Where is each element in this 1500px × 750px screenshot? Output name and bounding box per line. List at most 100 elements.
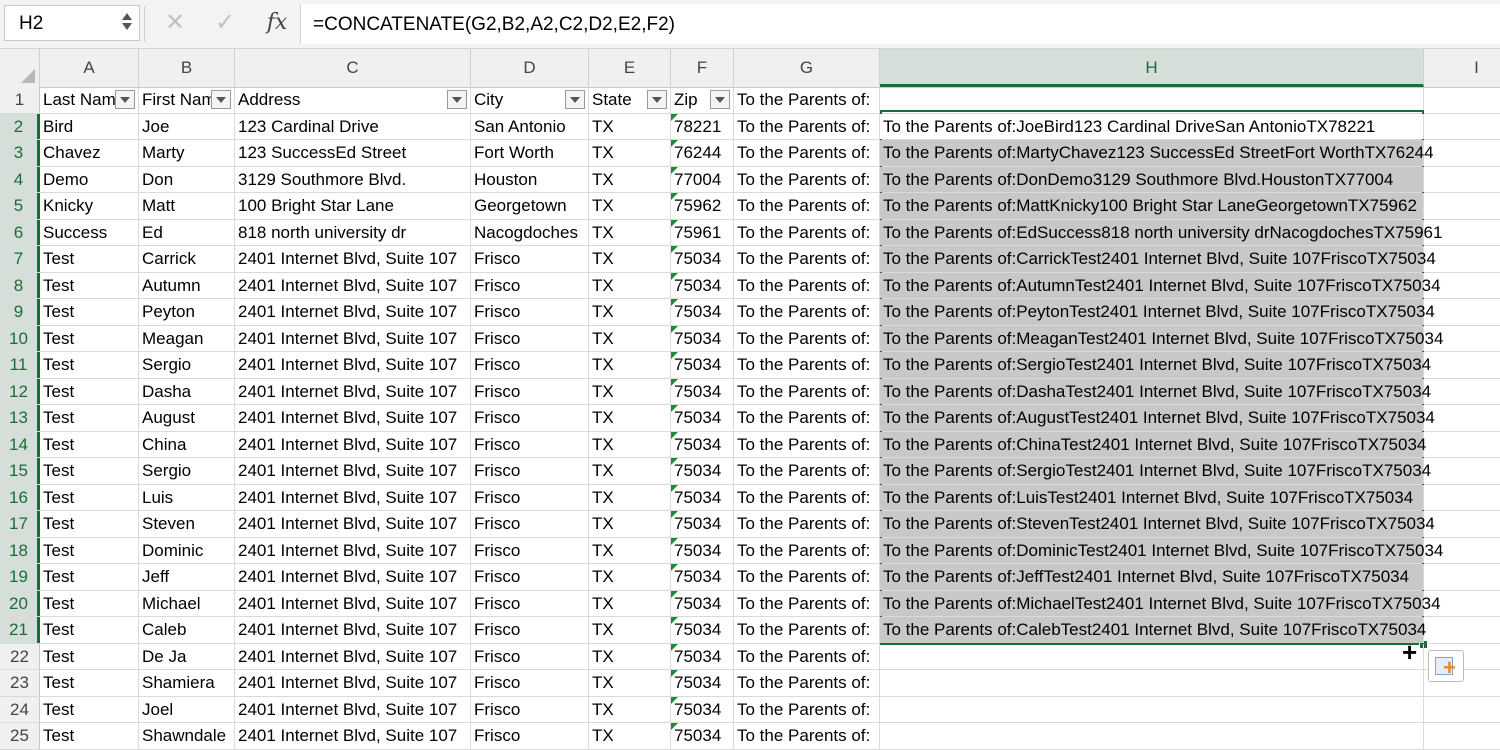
cell-a8[interactable]: Test: [40, 272, 139, 298]
cell-d4[interactable]: Houston: [471, 166, 589, 192]
column-header-h[interactable]: H: [880, 49, 1424, 87]
cell-c13[interactable]: 2401 Internet Blvd, Suite 107: [235, 405, 471, 431]
cell-b4[interactable]: Don: [139, 166, 235, 192]
cell-c4[interactable]: 3129 Southmore Blvd.: [235, 166, 471, 192]
cell-d5[interactable]: Georgetown: [471, 193, 589, 219]
insert-function-icon[interactable]: fx: [260, 6, 294, 40]
cell-g11[interactable]: To the Parents of:: [734, 352, 880, 378]
cell-h14[interactable]: To the Parents of:ChinaTest2401 Internet…: [880, 431, 1426, 457]
cell-e4[interactable]: TX: [589, 166, 671, 192]
cell-c3[interactable]: 123 SuccessEd Street: [235, 140, 471, 166]
cell-g1[interactable]: To the Parents of:: [734, 87, 880, 113]
cell-f23[interactable]: 75034: [671, 670, 734, 696]
cell-f1[interactable]: Zip: [671, 87, 734, 113]
cell-g7[interactable]: To the Parents of:: [734, 246, 880, 272]
formula-input[interactable]: =CONCATENATE(G2,B2,A2,C2,D2,E2,F2): [300, 4, 1500, 44]
cell-g5[interactable]: To the Parents of:: [734, 193, 880, 219]
row-header[interactable]: 22: [0, 643, 40, 669]
cell-a15[interactable]: Test: [40, 458, 139, 484]
cell-h21[interactable]: To the Parents of:CalebTest2401 Internet…: [880, 617, 1426, 643]
cell-g9[interactable]: To the Parents of:: [734, 299, 880, 325]
cell-g15[interactable]: To the Parents of:: [734, 458, 880, 484]
cell-h25[interactable]: [880, 723, 1424, 749]
cell-i16[interactable]: [1424, 485, 1500, 511]
cell-h10[interactable]: To the Parents of:MeaganTest2401 Interne…: [880, 325, 1443, 351]
cell-d20[interactable]: Frisco: [471, 590, 589, 616]
cell-f7[interactable]: 75034: [671, 246, 734, 272]
cell-d12[interactable]: Frisco: [471, 378, 589, 404]
cell-e19[interactable]: TX: [589, 564, 671, 590]
cell-b21[interactable]: Caleb: [139, 617, 235, 643]
column-header-f[interactable]: F: [671, 49, 734, 87]
filter-dropdown-icon[interactable]: [565, 90, 585, 109]
filter-dropdown-icon[interactable]: [710, 90, 730, 109]
cell-a14[interactable]: Test: [40, 431, 139, 457]
filter-dropdown-icon[interactable]: [211, 90, 231, 109]
cell-e6[interactable]: TX: [589, 219, 671, 245]
row-header[interactable]: 18: [0, 537, 40, 563]
cell-e21[interactable]: TX: [589, 617, 671, 643]
row-header[interactable]: 7: [0, 246, 40, 272]
cell-g8[interactable]: To the Parents of:: [734, 272, 880, 298]
cell-g6[interactable]: To the Parents of:: [734, 219, 880, 245]
column-header-d[interactable]: D: [471, 49, 589, 87]
cell-d22[interactable]: Frisco: [471, 643, 589, 669]
cell-f13[interactable]: 75034: [671, 405, 734, 431]
cell-g12[interactable]: To the Parents of:: [734, 378, 880, 404]
row-header[interactable]: 6: [0, 219, 40, 245]
cell-d6[interactable]: Nacogdoches: [471, 219, 589, 245]
cell-b13[interactable]: August: [139, 405, 235, 431]
cell-d10[interactable]: Frisco: [471, 325, 589, 351]
cell-h24[interactable]: [880, 696, 1424, 722]
cell-c15[interactable]: 2401 Internet Blvd, Suite 107: [235, 458, 471, 484]
row-header[interactable]: 24: [0, 696, 40, 722]
cell-h11[interactable]: To the Parents of:SergioTest2401 Interne…: [880, 352, 1431, 378]
cell-a9[interactable]: Test: [40, 299, 139, 325]
cell-e22[interactable]: TX: [589, 643, 671, 669]
cell-i21[interactable]: [1424, 617, 1500, 643]
cell-c1[interactable]: Address: [235, 87, 471, 113]
cell-e13[interactable]: TX: [589, 405, 671, 431]
cell-d1[interactable]: City: [471, 87, 589, 113]
cell-g23[interactable]: To the Parents of:: [734, 670, 880, 696]
column-header-b[interactable]: B: [139, 49, 235, 87]
cell-i9[interactable]: [1424, 299, 1500, 325]
cell-a16[interactable]: Test: [40, 484, 139, 510]
cell-b12[interactable]: Dasha: [139, 378, 235, 404]
cell-c23[interactable]: 2401 Internet Blvd, Suite 107: [235, 670, 471, 696]
cell-b18[interactable]: Dominic: [139, 537, 235, 563]
cell-b8[interactable]: Autumn: [139, 272, 235, 298]
cell-g2[interactable]: To the Parents of:: [734, 113, 880, 139]
row-header[interactable]: 5: [0, 193, 40, 219]
cell-b19[interactable]: Jeff: [139, 564, 235, 590]
cell-d11[interactable]: Frisco: [471, 352, 589, 378]
column-header-g[interactable]: G: [734, 49, 880, 87]
cell-e16[interactable]: TX: [589, 484, 671, 510]
cell-d24[interactable]: Frisco: [471, 696, 589, 722]
cell-f12[interactable]: 75034: [671, 378, 734, 404]
cell-h19[interactable]: To the Parents of:JeffTest2401 Internet …: [880, 564, 1424, 590]
cell-a4[interactable]: Demo: [40, 166, 139, 192]
cell-i2[interactable]: [1424, 114, 1500, 140]
cell-c8[interactable]: 2401 Internet Blvd, Suite 107: [235, 272, 471, 298]
cell-c24[interactable]: 2401 Internet Blvd, Suite 107: [235, 696, 471, 722]
cell-f6[interactable]: 75961: [671, 219, 734, 245]
cell-f18[interactable]: 75034: [671, 537, 734, 563]
cell-a23[interactable]: Test: [40, 670, 139, 696]
cell-a6[interactable]: Success: [40, 219, 139, 245]
cell-d23[interactable]: Frisco: [471, 670, 589, 696]
row-header[interactable]: 1: [0, 87, 40, 113]
cell-g24[interactable]: To the Parents of:: [734, 696, 880, 722]
cell-c11[interactable]: 2401 Internet Blvd, Suite 107: [235, 352, 471, 378]
cell-a2[interactable]: Bird: [40, 113, 139, 139]
cell-h4[interactable]: To the Parents of:DonDemo3129 Southmore …: [880, 166, 1424, 192]
row-header[interactable]: 15: [0, 458, 40, 484]
cell-e15[interactable]: TX: [589, 458, 671, 484]
cell-a17[interactable]: Test: [40, 511, 139, 537]
row-header[interactable]: 14: [0, 431, 40, 457]
row-header[interactable]: 11: [0, 352, 40, 378]
cell-g18[interactable]: To the Parents of:: [734, 537, 880, 563]
cell-c22[interactable]: 2401 Internet Blvd, Suite 107: [235, 643, 471, 669]
cell-f15[interactable]: 75034: [671, 458, 734, 484]
cell-d25[interactable]: Frisco: [471, 723, 589, 749]
